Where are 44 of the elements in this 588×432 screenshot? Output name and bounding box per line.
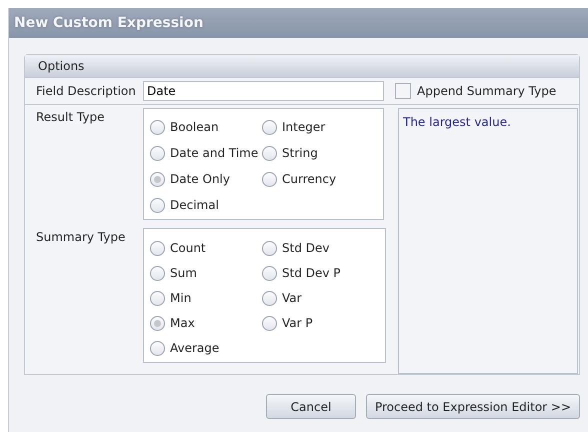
radio-option[interactable]: Sum (150, 263, 262, 283)
radio-option[interactable]: Currency (262, 169, 379, 189)
radio-option[interactable]: String (262, 143, 379, 163)
radio-icon[interactable] (150, 290, 165, 306)
radio-icon[interactable] (150, 198, 165, 212)
checkbox-icon[interactable] (395, 83, 411, 99)
radio-option[interactable]: Date and Time (150, 143, 262, 163)
radio-icon[interactable] (150, 240, 165, 256)
radio-icon[interactable] (150, 172, 165, 186)
description-text: The largest value. (403, 115, 511, 129)
radio-option[interactable]: Max (150, 313, 262, 333)
field-label: Field Description (35, 84, 137, 98)
radio-option[interactable]: Var P (262, 313, 381, 333)
radio-icon[interactable] (150, 340, 165, 356)
radio-icon[interactable] (262, 316, 277, 330)
checkbox-label: Append Summary Type (417, 84, 556, 98)
panel-title: Options (38, 59, 84, 73)
dialog-button[interactable]: Proceed to Expression Editor >> (366, 394, 580, 419)
window-title: New Custom Expression (14, 15, 204, 31)
radio-icon[interactable] (262, 146, 277, 160)
radio-icon[interactable] (262, 240, 277, 256)
field-description-input[interactable]: Date (143, 81, 384, 101)
radio-option[interactable]: Count (150, 238, 262, 258)
radio-option[interactable]: Integer (262, 117, 379, 137)
radio-icon[interactable] (150, 316, 165, 330)
radio-icon[interactable] (262, 172, 277, 186)
radio-option[interactable]: Std Dev P (262, 263, 381, 283)
radio-option[interactable]: Var (262, 288, 381, 308)
result-type-label: Result Type (35, 109, 106, 124)
radio-option[interactable]: Average (150, 338, 262, 358)
summary-type-label: Summary Type (35, 229, 126, 244)
radio-option[interactable]: Boolean (150, 117, 262, 137)
append-summary-checkbox[interactable]: Append Summary Type (395, 83, 556, 99)
radio-option[interactable]: Date Only (150, 169, 262, 189)
dialog-button[interactable]: Cancel (266, 394, 356, 419)
radio-icon[interactable] (150, 120, 165, 134)
radio-option[interactable]: Min (150, 288, 262, 308)
radio-option[interactable]: Std Dev (262, 238, 381, 258)
radio-icon[interactable] (150, 266, 165, 280)
radio-icon[interactable] (262, 266, 277, 280)
radio-icon[interactable] (262, 290, 277, 306)
radio-icon[interactable] (150, 146, 165, 160)
radio-option[interactable]: Decimal (150, 195, 262, 215)
radio-icon[interactable] (262, 120, 277, 134)
